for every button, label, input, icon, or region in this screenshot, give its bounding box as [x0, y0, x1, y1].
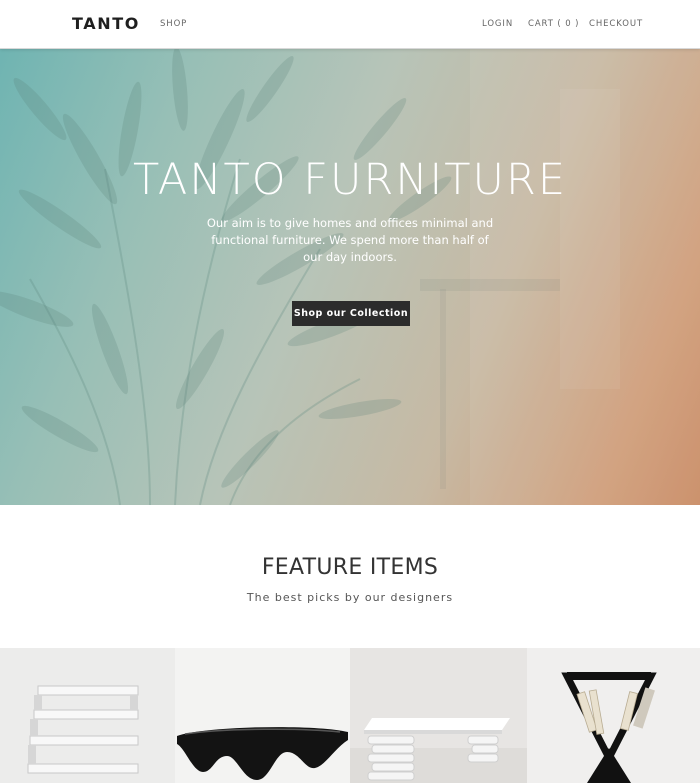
nav-login[interactable]: LOGIN [482, 19, 513, 29]
product-tile-3[interactable] [350, 648, 527, 783]
product-tile-1[interactable] [0, 648, 175, 783]
hero-plant-background [0, 49, 700, 505]
stacked-table-image [350, 648, 527, 783]
wave-bench-image [175, 648, 350, 783]
product-tile-4[interactable] [527, 648, 700, 783]
product-tile-2[interactable] [175, 648, 350, 783]
hero-title: TANTO FURNITURE [132, 155, 567, 205]
wall-shelf-image [0, 648, 175, 783]
product-grid [0, 648, 700, 783]
nav-shop[interactable]: SHOP [160, 19, 187, 29]
hero-subtitle: Our aim is to give homes and offices min… [206, 216, 494, 264]
feature-subtitle: The best picks by our designers [246, 591, 454, 604]
shop-collection-button[interactable]: Shop our Collection [292, 301, 410, 326]
site-logo[interactable]: TANTO [72, 14, 140, 33]
hero-banner: TANTO FURNITURE Our aim is to give homes… [0, 49, 700, 505]
site-header: TANTO SHOP LOGIN CART ( 0 ) CHECKOUT [0, 0, 700, 49]
nav-checkout[interactable]: CHECKOUT [589, 19, 643, 29]
nav-cart[interactable]: CART ( 0 ) [528, 19, 579, 29]
feature-title: FEATURE ITEMS [261, 555, 439, 580]
magazine-rack-image [527, 648, 700, 783]
